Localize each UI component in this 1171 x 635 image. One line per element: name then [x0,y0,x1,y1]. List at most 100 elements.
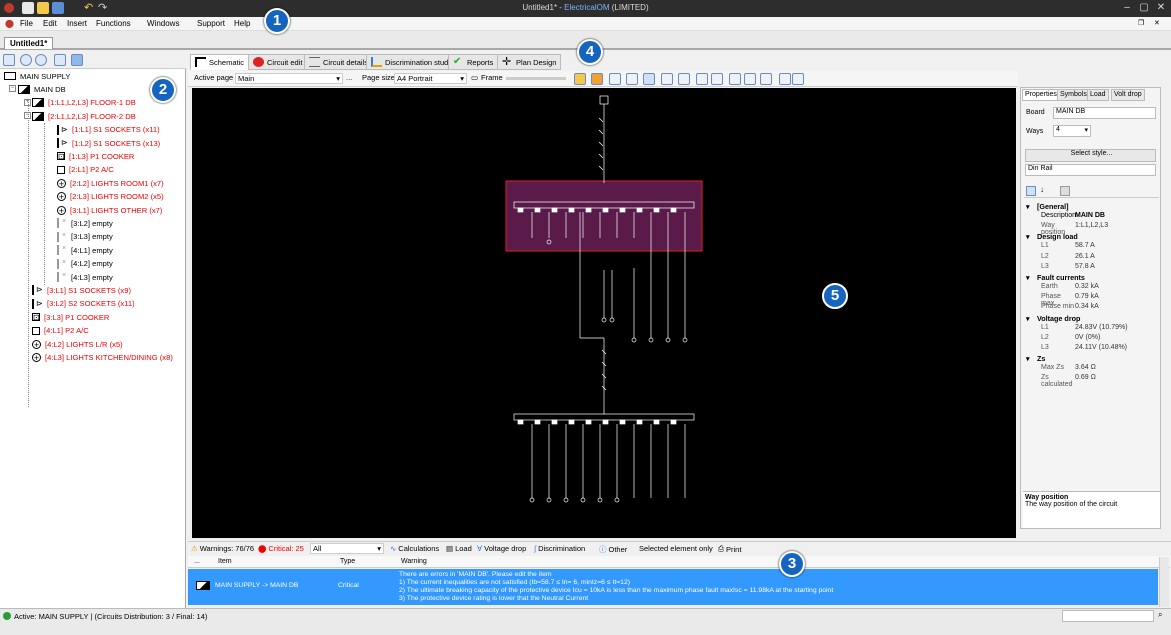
selected-element-only-toggle[interactable]: Selected element only [639,544,713,553]
col-header-item[interactable]: Item [218,558,232,565]
move-icon[interactable] [760,73,772,85]
tree-item[interactable]: + [3:L1] LIGHTS OTHER (x7) [57,204,162,216]
property-row[interactable]: L3 57.8 A [1023,263,1160,270]
din-rail-field[interactable]: Din Rail [1025,164,1156,176]
tree-item[interactable]: ⊡ [1:L3] P1 COOKER [57,150,134,162]
minimize-icon[interactable]: – [1120,2,1134,14]
menu-file[interactable]: File [20,19,33,28]
active-page-select[interactable]: Main ▾ [235,73,343,84]
table-row[interactable]: MAIN SUPPLY -> MAIN DB Critical There ar… [188,569,1158,605]
warning-filter-select[interactable]: All ▾ [310,543,384,554]
tab-load[interactable]: Load [1087,89,1109,101]
hand-icon[interactable] [591,73,603,85]
tree-layout-icon[interactable] [729,73,741,85]
col-header-warning[interactable]: Warning [401,558,427,565]
fit-icon[interactable] [779,73,791,85]
rotate-icon[interactable] [626,73,638,85]
menu-windows[interactable]: Windows [147,19,179,28]
maximize-icon[interactable]: ▢ [1137,2,1151,14]
property-row[interactable]: L2 0V (0%) [1023,334,1160,341]
tab-discrimination-study[interactable]: Discrimination study [366,54,458,70]
close-icon[interactable]: ✕ [1154,2,1168,14]
more-pages-button[interactable]: ... [346,73,352,82]
ways-select[interactable]: 4 ▾ [1053,125,1091,137]
property-row[interactable]: Earth 0.32 kA [1023,283,1160,290]
property-row[interactable]: Phase min 0.34 kA [1023,303,1160,310]
close-doc-icon[interactable]: ✕ [1154,19,1160,27]
collapse-arrow-icon[interactable]: ▾ [1026,354,1030,363]
property-row[interactable]: Zs calculated 0.69 Ω [1023,374,1160,388]
document-tab[interactable]: Untitled1* [4,37,54,49]
select-style-button[interactable]: Select style... [1025,149,1156,162]
zoom-slider[interactable] [506,77,566,80]
tree-item[interactable]: ⊡ [3:L3] P1 COOKER [32,311,109,323]
print-button[interactable]: ⎙ Print [718,544,741,554]
collapse-arrow-icon[interactable]: ▾ [1026,202,1030,211]
menu-insert[interactable]: Insert [67,19,87,28]
zoom-out-icon[interactable] [35,54,47,66]
tree-item[interactable]: × [4:L3] empty [57,271,113,283]
property-pages-icon[interactable] [1060,186,1070,196]
categorized-icon[interactable] [1026,186,1036,196]
tree-item[interactable]: MAIN SUPPLY [4,70,71,82]
discrimination-filter[interactable]: ∫ Discrimination [534,544,585,553]
schematic-canvas[interactable] [192,88,1016,538]
property-group-header[interactable]: ▾ Voltage drop [1023,314,1160,323]
menu-support[interactable]: Support [197,19,225,28]
tree-item[interactable]: × [4:L2] empty [57,258,113,270]
tree-item[interactable]: ⊳ [1:L1] S1 SOCKETS (x11) [57,124,160,136]
search-input[interactable] [1062,610,1154,622]
warnings-toggle[interactable]: ⚠ Warnings: 76/76 [191,544,254,553]
tab-properties[interactable]: Properties [1022,89,1060,101]
tree-item[interactable]: × [4:L1] empty [57,244,113,256]
tree-layout-alt-icon[interactable] [744,73,756,85]
flip-icon[interactable] [609,73,621,85]
print-preview-icon[interactable] [696,73,708,85]
tab-volt-drop[interactable]: Volt drop [1111,89,1145,101]
lock-tree-icon[interactable] [71,54,83,66]
property-group-header[interactable]: ▾ Fault currents [1023,273,1160,282]
tab-reports[interactable]: ✔ Reports [448,54,499,70]
property-row[interactable]: L2 26.1 A [1023,253,1160,260]
collapse-arrow-icon[interactable]: ▾ [1026,232,1030,241]
tree-item[interactable]: ⊳ [3:L1] S1 SOCKETS (x9) [32,284,131,296]
property-group-header[interactable]: ▾ Design load [1023,232,1160,241]
tree-item[interactable]: + [2:L2] LIGHTS ROOM1 (x7) [57,177,164,189]
tab-plan-design[interactable]: ✛ Plan Design [497,54,562,70]
pencil-icon[interactable] [574,73,586,85]
property-row[interactable]: L1 58.7 A [1023,242,1160,249]
page-size-select[interactable]: A4 Portrait ▾ [394,73,467,84]
property-row[interactable]: L3 24.11V (10.48%) [1023,344,1160,351]
voltage-drop-filter[interactable]: ∀ Voltage drop [477,544,526,553]
menu-edit[interactable]: Edit [43,19,57,28]
collapse-arrow-icon[interactable]: ▾ [1026,273,1030,282]
property-row[interactable]: L1 24.83V (10.79%) [1023,324,1160,331]
tree-item[interactable]: ⊳ [1:L2] S1 SOCKETS (x13) [57,137,160,149]
tree-item[interactable]: + [4:L3] LIGHTS KITCHEN/DINING (x8) [32,351,173,363]
tab-circuit-details[interactable]: Circuit details [304,54,374,70]
board-field[interactable]: MAIN DB [1053,107,1156,119]
tab-symbols[interactable]: Symbols [1057,89,1090,101]
frame-checkbox[interactable]: ▭ [471,73,478,82]
tree-item[interactable]: × [3:L2] empty [57,217,113,229]
property-group-header[interactable]: ▾ Zs [1023,354,1160,363]
menu-help[interactable]: Help [234,19,250,28]
sort-alpha-icon[interactable]: ↓ [1040,185,1044,194]
align-icon[interactable] [643,73,655,85]
tree-item[interactable]: MAIN DB [18,83,66,95]
zoom-icon[interactable] [792,73,804,85]
other-filter[interactable]: ⓘ Other [599,544,627,555]
distribute-icon[interactable] [661,73,673,85]
tree-item[interactable]: ⊳ [3:L2] S2 SOCKETS (x11) [32,298,135,310]
tab-schematic[interactable]: Schematic [190,54,250,70]
tree-view-icon[interactable] [3,54,15,66]
export-icon[interactable] [711,73,723,85]
collapse-arrow-icon[interactable]: ▾ [1026,314,1030,323]
app-pin-icon[interactable]: ⬤ [5,19,14,28]
tree-item[interactable]: × [3:L3] empty [57,231,113,243]
zoom-in-icon[interactable] [20,54,32,66]
menu-functions[interactable]: Functions [96,19,131,28]
print-icon[interactable] [678,73,690,85]
tree-item[interactable]: [4:L1] P2 A/C [32,325,89,337]
calculations-filter[interactable]: ∿ Calculations [390,544,439,553]
